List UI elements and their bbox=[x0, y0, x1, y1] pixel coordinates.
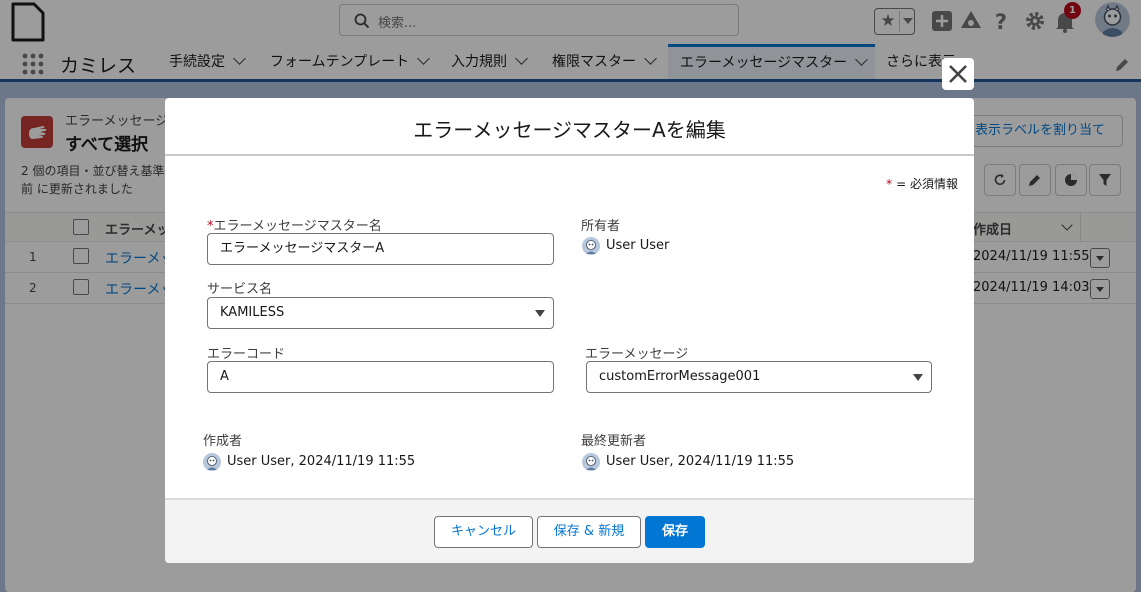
save-button[interactable]: 保存 bbox=[645, 516, 705, 548]
service-select-value: KAMILESS bbox=[220, 305, 285, 320]
modal-close-button[interactable] bbox=[942, 58, 974, 90]
created-by-label: 作成者 bbox=[203, 434, 243, 449]
cancel-button[interactable]: キャンセル bbox=[434, 516, 533, 548]
dropdown-caret-icon bbox=[913, 374, 923, 381]
user-avatar-icon bbox=[582, 453, 600, 471]
service-select[interactable]: KAMILESS bbox=[207, 297, 554, 329]
required-legend: * = 必須情報 bbox=[886, 177, 958, 191]
owner-field-label: 所有者 bbox=[581, 219, 621, 234]
save-and-new-button[interactable]: 保存 & 新規 bbox=[537, 516, 641, 548]
modified-by-label: 最終更新者 bbox=[581, 434, 647, 449]
modified-by-value: User User, 2024/11/19 11:55 bbox=[582, 452, 842, 472]
owner-value[interactable]: User User bbox=[582, 236, 782, 256]
edit-record-modal: エラーメッセージマスターAを編集 * = 必須情報 *エラーメッセージマスター名 … bbox=[165, 98, 974, 563]
name-input[interactable]: エラーメッセージマスターA bbox=[207, 233, 554, 265]
modal-footer: キャンセル 保存 & 新規 保存 bbox=[165, 498, 974, 563]
error-code-field-label: エラーコード bbox=[207, 347, 286, 362]
error-message-select[interactable]: customErrorMessage001 bbox=[586, 361, 932, 393]
close-icon bbox=[949, 65, 967, 83]
user-avatar-icon bbox=[582, 237, 600, 255]
modal-header: エラーメッセージマスターAを編集 bbox=[165, 98, 974, 156]
created-by-value: User User, 2024/11/19 11:55 bbox=[203, 452, 463, 472]
service-field-label: サービス名 bbox=[207, 282, 273, 297]
modal-title: エラーメッセージマスターAを編集 bbox=[413, 118, 726, 142]
dropdown-caret-icon bbox=[535, 310, 545, 317]
user-avatar-icon bbox=[203, 453, 221, 471]
error-message-field-label: エラーメッセージ bbox=[585, 347, 689, 362]
error-message-select-value: customErrorMessage001 bbox=[599, 369, 761, 384]
error-code-input[interactable]: A bbox=[207, 361, 554, 393]
name-field-label: *エラーメッセージマスター名 bbox=[207, 219, 382, 234]
